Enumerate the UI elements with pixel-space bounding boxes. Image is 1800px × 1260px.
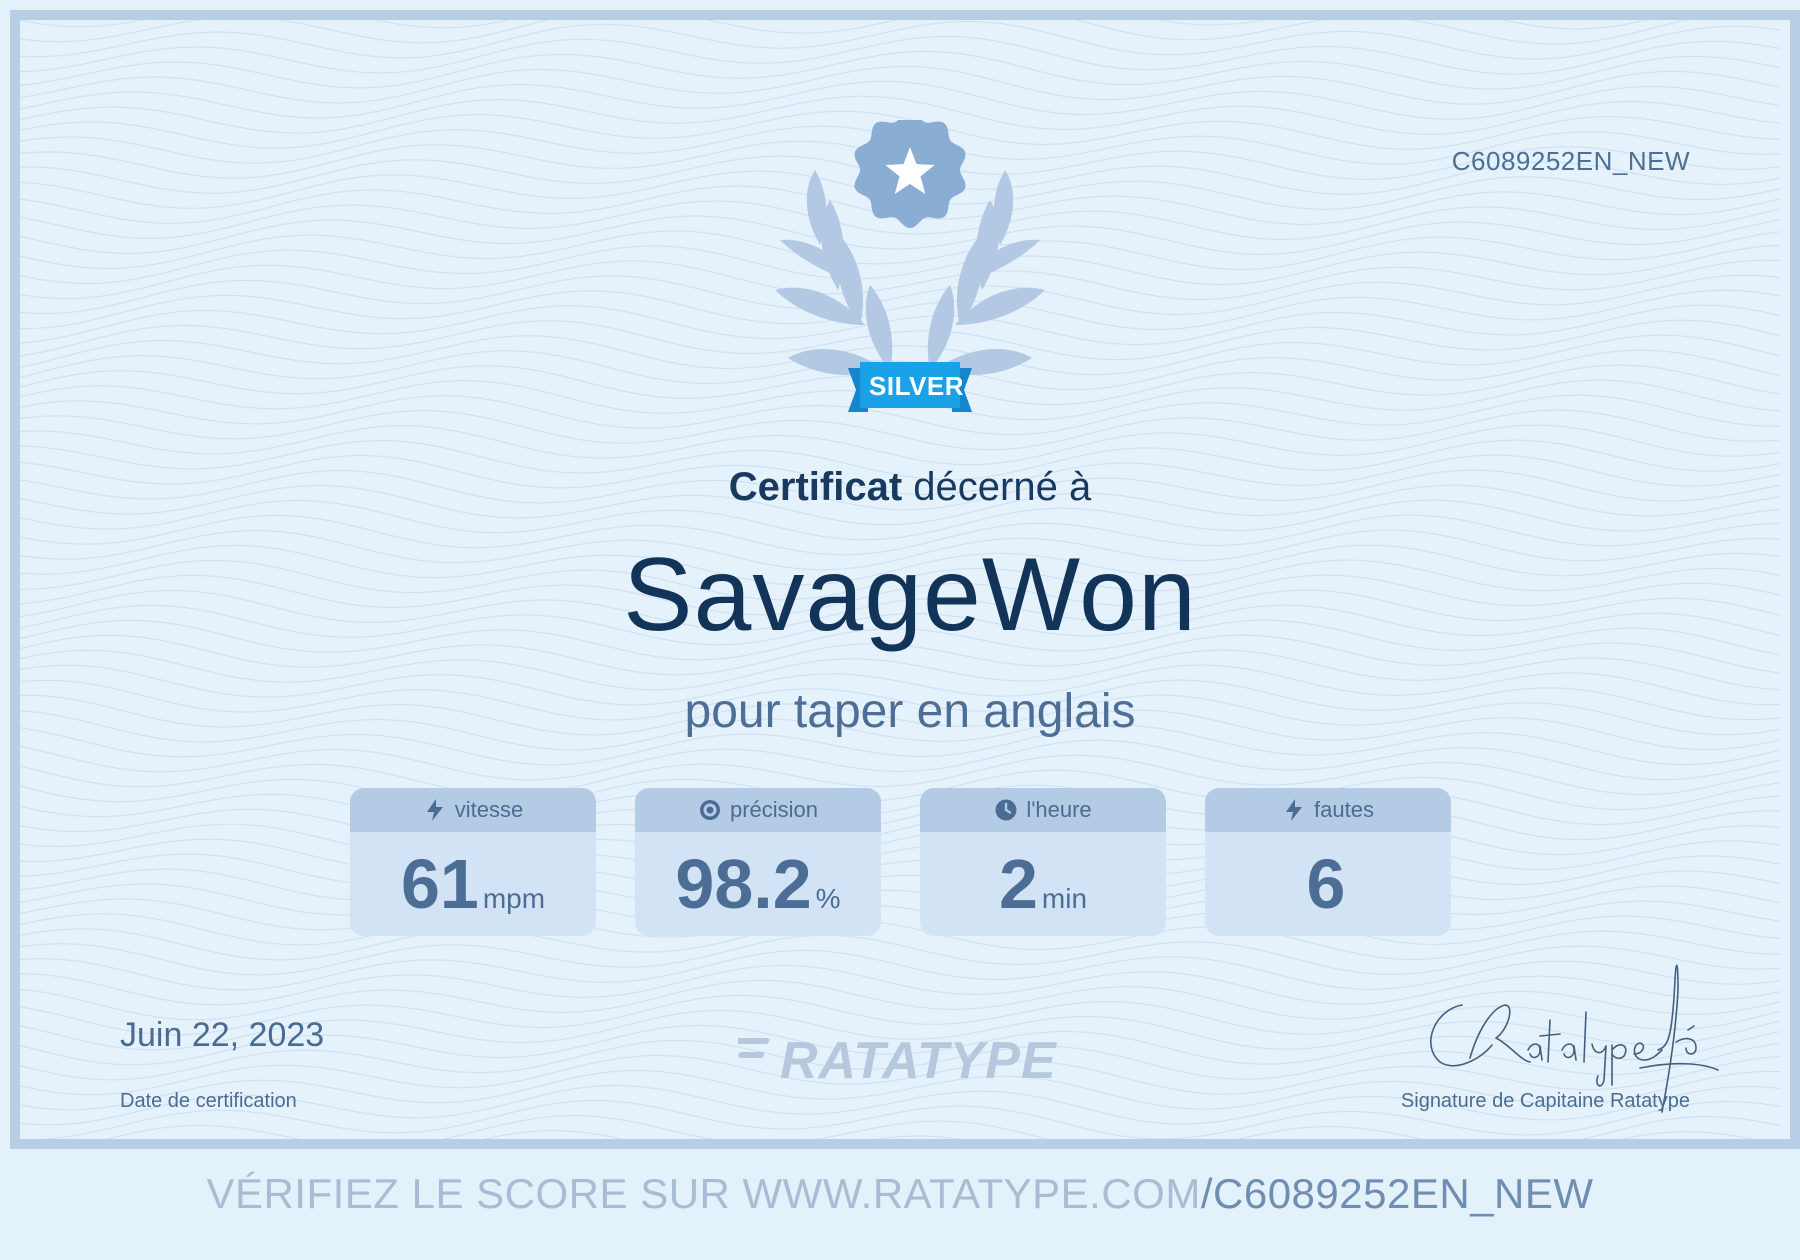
- certification-date: Juin 22, 2023: [120, 1016, 325, 1054]
- stat-header: précision: [635, 788, 881, 832]
- stat-card-errors: fautes 6: [1205, 788, 1451, 936]
- lightning-icon: [426, 799, 443, 821]
- level-badge-label: SILVER: [869, 371, 964, 401]
- star-rosette-icon: [854, 120, 966, 228]
- verify-code: /C6089252EN_NEW: [1200, 1170, 1594, 1217]
- stat-header: vitesse: [350, 788, 596, 832]
- stat-label: vitesse: [454, 797, 524, 822]
- stat-card-accuracy: précision 98.2 %: [635, 788, 881, 936]
- stat-header: l'heure: [920, 788, 1166, 832]
- headline-rest: décerné à: [902, 465, 1092, 509]
- clock-icon: [995, 799, 1017, 821]
- stat-card-speed: vitesse 61 mpm: [350, 788, 596, 936]
- ratatype-logo: RATATYPE: [738, 1032, 1057, 1088]
- verify-score-line: VÉRIFIEZ LE SCORE SUR WWW.RATATYPE.COM/C…: [0, 1170, 1800, 1218]
- stat-body: 61 mpm: [350, 832, 596, 936]
- certificate-frame: C6089252EN_NEW SILVER Certificat décerné…: [10, 10, 1800, 1149]
- stat-unit: mpm: [482, 883, 546, 914]
- stat-label: l'heure: [1026, 797, 1092, 822]
- headline-strong: Certificat: [728, 465, 903, 509]
- certification-date-caption: Date de certification: [120, 1090, 297, 1112]
- stat-value: 2: [998, 845, 1038, 923]
- stat-label: précision: [729, 797, 819, 822]
- certificate-subtitle: pour taper en anglais: [684, 685, 1136, 738]
- stat-card-time: l'heure 2 min: [920, 788, 1166, 936]
- target-icon: [699, 800, 720, 820]
- stat-value: 61: [400, 845, 479, 923]
- stat-value: 6: [1306, 845, 1346, 923]
- stat-value: 98.2: [675, 845, 812, 923]
- certificate-headline: Certificat décerné à: [20, 465, 1790, 510]
- stat-body: 2 min: [920, 832, 1166, 936]
- certificate-id: C6089252EN_NEW: [1451, 146, 1690, 176]
- stat-body: 98.2 %: [635, 832, 881, 936]
- stat-unit: %: [815, 883, 841, 914]
- svg-text:RATATYPE: RATATYPE: [780, 1032, 1057, 1088]
- stat-body: 6: [1205, 832, 1451, 936]
- recipient-name: SavageWon: [623, 537, 1197, 653]
- signature-caption: Signature de Capitaine Ratatype: [1400, 1090, 1690, 1112]
- lightning-icon: [1286, 799, 1303, 821]
- stat-header: fautes: [1205, 788, 1451, 832]
- stat-label: fautes: [1314, 797, 1374, 822]
- verify-prefix: VÉRIFIEZ LE SCORE SUR WWW.RATATYPE.COM: [206, 1170, 1201, 1217]
- stat-unit: min: [1041, 883, 1088, 914]
